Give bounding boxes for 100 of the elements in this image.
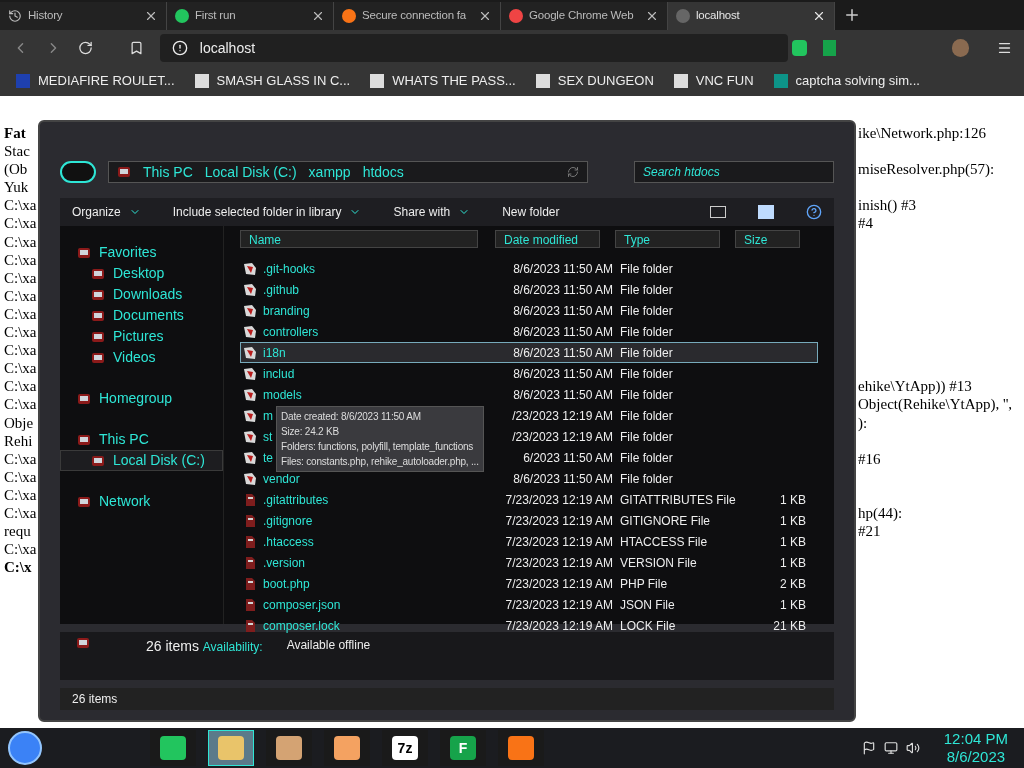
file-name[interactable]: controllers bbox=[263, 322, 319, 341]
file-name[interactable]: st bbox=[263, 427, 273, 446]
file-name[interactable]: composer.json bbox=[263, 595, 341, 614]
nav-icon bbox=[77, 245, 91, 260]
type-cell-text: GITIGNORE File bbox=[620, 512, 711, 530]
toolbar-menu[interactable]: Include selected folder in library bbox=[172, 203, 362, 221]
page-text: C:\xa bbox=[4, 540, 37, 559]
shield-icon[interactable] bbox=[823, 40, 837, 56]
column-header[interactable]: Name bbox=[240, 230, 478, 248]
bookmark[interactable]: SMASH GLASS IN C... bbox=[194, 71, 351, 91]
taskbar-app[interactable] bbox=[150, 730, 196, 766]
browser-tab[interactable]: History bbox=[0, 2, 167, 30]
bookmark[interactable]: VNC FUN bbox=[673, 71, 754, 91]
page-text: C:\xa bbox=[4, 395, 37, 414]
date-cell-text: 7/23/2023 12:19 AM bbox=[505, 596, 613, 614]
breadcrumb[interactable]: htdocs bbox=[362, 161, 404, 183]
file-name[interactable]: m bbox=[263, 406, 273, 425]
new-folder-button[interactable]: New folder bbox=[502, 203, 560, 221]
nav-orb-icon[interactable] bbox=[60, 161, 96, 183]
breadcrumb[interactable]: This PC bbox=[143, 161, 193, 183]
network-icon[interactable] bbox=[883, 741, 898, 755]
view-icon[interactable] bbox=[710, 206, 726, 218]
start-button[interactable] bbox=[8, 731, 42, 765]
bookmark[interactable]: SEX DUNGEON bbox=[535, 71, 654, 91]
size-cell-text: 1 KB bbox=[779, 512, 806, 530]
bookmark-icon[interactable] bbox=[128, 40, 144, 56]
size-cell-text: 1 KB bbox=[779, 596, 806, 614]
address-bar[interactable]: This PC Local Disk (C:) xampp htdocs bbox=[108, 161, 588, 183]
help-icon[interactable] bbox=[806, 204, 822, 220]
browser-tab[interactable]: localhost bbox=[668, 2, 835, 30]
taskbar-app[interactable] bbox=[324, 730, 370, 766]
sidebar-item[interactable]: Downloads bbox=[60, 284, 223, 305]
file-name[interactable]: .github bbox=[263, 280, 300, 299]
volume-icon[interactable] bbox=[905, 741, 920, 755]
avatar-icon[interactable] bbox=[952, 39, 970, 57]
menu-icon[interactable] bbox=[997, 40, 1013, 56]
date-cell-text: 8/6/2023 11:50 AM bbox=[513, 323, 613, 341]
file-name[interactable]: composer.lock bbox=[263, 616, 340, 635]
sidebar-item[interactable]: This PC bbox=[60, 429, 223, 450]
nav-icon bbox=[91, 287, 105, 302]
sidebar-item[interactable]: Pictures bbox=[60, 326, 223, 347]
file-name[interactable]: .gitignore bbox=[263, 511, 313, 530]
flag-icon[interactable] bbox=[861, 741, 876, 755]
sidebar-item[interactable]: Network bbox=[60, 491, 223, 512]
file-name[interactable]: models bbox=[263, 385, 302, 404]
file-name[interactable]: branding bbox=[263, 301, 310, 320]
site-icon bbox=[194, 74, 209, 88]
new-tab-icon[interactable] bbox=[843, 6, 861, 24]
sidebar-item[interactable]: Local Disk (C:) bbox=[60, 450, 223, 471]
browser-tab[interactable]: Google Chrome Web bbox=[501, 2, 668, 30]
sidebar-item[interactable]: Homegroup bbox=[60, 388, 223, 409]
folder-icon bbox=[243, 387, 257, 402]
reload-icon[interactable] bbox=[77, 40, 93, 56]
column-header[interactable]: Size bbox=[735, 230, 800, 248]
bookmark[interactable]: WHATS THE PASS... bbox=[370, 71, 516, 91]
date-cell-text: 7/23/2023 12:19 AM bbox=[505, 617, 613, 635]
toolbar-menu[interactable]: Organize bbox=[72, 203, 141, 221]
taskbar-app[interactable] bbox=[498, 730, 544, 766]
sidebar-item[interactable]: Favorites bbox=[60, 242, 223, 263]
file-name[interactable]: te bbox=[263, 448, 273, 467]
sidebar-item[interactable]: Desktop bbox=[60, 263, 223, 284]
toolbar-menu[interactable]: Share with bbox=[393, 203, 471, 221]
file-name[interactable]: includ bbox=[263, 364, 295, 383]
breadcrumb[interactable]: Local Disk (C:) bbox=[204, 161, 297, 183]
page-text: Stac bbox=[4, 142, 30, 161]
date-cell-text: 7/23/2023 12:19 AM bbox=[505, 533, 613, 551]
address-bar[interactable]: localhost bbox=[159, 34, 788, 62]
folder-icon bbox=[243, 366, 257, 381]
page-text: hp(44): bbox=[858, 503, 904, 523]
page-text: Object(Rehike\YtApp), '', bbox=[858, 395, 1014, 414]
nav-icon bbox=[77, 432, 91, 447]
taskbar-app[interactable] bbox=[266, 730, 312, 766]
file-name[interactable]: boot.php bbox=[263, 574, 310, 593]
browser-tab[interactable]: Secure connection fa bbox=[334, 2, 501, 30]
taskbar-app[interactable]: 7z bbox=[382, 730, 428, 766]
file-name[interactable]: .gitattributes bbox=[263, 490, 329, 509]
sidebar-item[interactable]: Documents bbox=[60, 305, 223, 326]
file-icon bbox=[243, 534, 257, 549]
file-name[interactable]: i18n bbox=[263, 343, 286, 362]
file-name[interactable]: vendor bbox=[263, 469, 300, 488]
size-cell-text: 1 KB bbox=[779, 533, 806, 551]
search-field[interactable]: Search htdocs bbox=[634, 161, 834, 183]
file-name[interactable]: .git-hooks bbox=[263, 259, 316, 278]
bookmark[interactable]: MEDIAFIRE ROULET... bbox=[16, 71, 175, 91]
file-name[interactable]: .version bbox=[263, 553, 306, 572]
breadcrumb[interactable]: xampp bbox=[308, 161, 351, 183]
extension-icon[interactable] bbox=[792, 40, 807, 56]
file-icon bbox=[243, 576, 257, 591]
bookmark[interactable]: captcha solving sim... bbox=[773, 71, 920, 91]
type-cell-text: File folder bbox=[620, 365, 674, 383]
file-name[interactable]: .htaccess bbox=[263, 532, 314, 551]
browser-tab[interactable]: First run bbox=[167, 2, 334, 30]
column-header[interactable]: Date modified bbox=[495, 230, 600, 248]
nav-icon bbox=[77, 494, 91, 509]
clock[interactable]: 12:04 PM 8/6/2023 bbox=[943, 730, 1008, 766]
page-text: #4 bbox=[858, 214, 874, 233]
date-cell-text: 8/6/2023 11:50 AM bbox=[513, 344, 613, 362]
type-cell-text: File folder bbox=[620, 428, 674, 446]
column-header[interactable]: Type bbox=[615, 230, 720, 248]
sidebar-item[interactable]: Videos bbox=[60, 347, 223, 368]
